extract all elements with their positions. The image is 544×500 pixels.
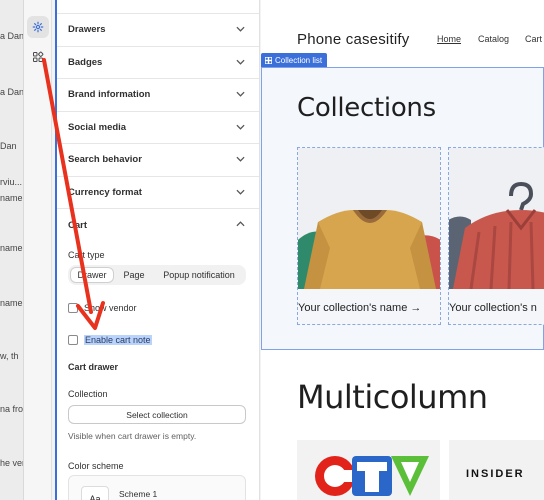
cart-type-option-page[interactable]: Page (114, 267, 154, 283)
strip-text: he ver (0, 458, 24, 468)
section-drawers[interactable]: Drawers (57, 14, 259, 47)
color-scheme-name: Scheme 1 (119, 489, 158, 499)
section-tag-label: Collection list (275, 55, 323, 65)
enable-cart-note-row: Enable cart note (68, 335, 152, 345)
grid-icon (265, 56, 272, 64)
section-social-media[interactable]: Social media (57, 112, 259, 144)
color-scheme-label: Color scheme (68, 461, 124, 471)
apps-icon (33, 51, 44, 62)
section-label: Social media (68, 121, 127, 133)
collection-card[interactable]: Your collection's name → (297, 147, 441, 325)
clipped-section (57, 0, 259, 14)
strip-text: rviu... (0, 177, 23, 187)
section-label: Drawers (68, 24, 106, 36)
enable-cart-note-label: Enable cart note (84, 335, 152, 345)
strip-text: name (0, 243, 23, 253)
theme-settings-panel: Drawers Badges Brand information Social … (55, 0, 260, 500)
insider-logo: INSIDER (466, 468, 525, 480)
section-search-behavior[interactable]: Search behavior (57, 144, 259, 177)
strip-text: name (0, 298, 23, 308)
store-name[interactable]: Phone casesitify (297, 31, 409, 48)
chevron-down-icon (236, 59, 245, 65)
section-label: Badges (68, 56, 103, 68)
strip-text: a Dan (0, 31, 24, 41)
section-currency-format[interactable]: Currency format (57, 177, 259, 209)
multicolumn-heading: Multicolumn (297, 378, 488, 416)
collection-card-title: Your collection's n (449, 302, 537, 314)
nav-home-link[interactable]: Home (437, 34, 461, 44)
chevron-down-icon (236, 189, 245, 195)
strip-text: name (0, 193, 23, 203)
storefront-preview: Phone casesitify Home Catalog Cart Colle… (261, 0, 544, 500)
shirt-on-hanger-illustration-icon (449, 181, 544, 289)
app-embeds-button[interactable] (27, 46, 49, 68)
section-cart[interactable]: Cart (57, 209, 259, 242)
chevron-down-icon (236, 26, 245, 32)
ctv-logo-icon: CTV (315, 451, 429, 496)
chevron-down-icon (236, 156, 245, 162)
app-window: a Dan a Dan Dan rviu... name name name w… (0, 0, 544, 500)
section-label: Cart (68, 219, 88, 231)
select-collection-button[interactable]: Select collection (68, 405, 246, 424)
section-label: Search behavior (68, 154, 142, 166)
sweater-illustration-icon (298, 210, 440, 289)
collection-image (298, 148, 440, 289)
show-vendor-row: Show vendor (68, 303, 137, 313)
show-vendor-label: Show vendor (84, 303, 137, 313)
chevron-down-icon (236, 124, 245, 130)
cart-type-option-popup[interactable]: Popup notification (154, 267, 244, 283)
strip-text: Dan (0, 141, 17, 151)
collection-label: Collection (68, 389, 108, 399)
chevron-down-icon (236, 91, 245, 97)
collection-card[interactable]: Your collection's n (448, 147, 544, 325)
collections-heading: Collections (297, 93, 436, 123)
strip-text: w, th (0, 351, 19, 361)
theme-settings-button[interactable] (27, 16, 49, 38)
cart-drawer-heading: Cart drawer (68, 362, 119, 372)
section-brand-information[interactable]: Brand information (57, 79, 259, 112)
show-vendor-checkbox[interactable] (68, 303, 78, 313)
cart-type-option-drawer[interactable]: Drawer (70, 267, 114, 283)
section-selection-tag[interactable]: Collection list (261, 53, 328, 67)
section-label: Currency format (68, 186, 142, 198)
background-window-strip: a Dan a Dan Dan rviu... name name name w… (0, 0, 24, 500)
multicolumn-card: CTV (297, 440, 440, 500)
collection-help-text: Visible when cart drawer is empty. (68, 431, 197, 441)
chevron-up-icon (236, 221, 245, 227)
nav-cart-link[interactable]: Cart (525, 34, 542, 44)
collection-card-title: Your collection's name → (298, 302, 422, 314)
cart-type-label: Cart type (68, 250, 105, 260)
strip-text: na fro (0, 404, 24, 414)
editor-icon-rail (24, 0, 52, 500)
section-badges[interactable]: Badges (57, 47, 259, 79)
color-scheme-picker[interactable]: Aa Scheme 1 (68, 475, 246, 500)
gear-icon (32, 21, 44, 33)
color-scheme-swatch: Aa (81, 486, 109, 500)
ctv-logo-text: CTV (368, 451, 370, 453)
strip-text: a Dan (0, 87, 24, 97)
collection-image (449, 148, 544, 289)
enable-cart-note-checkbox[interactable] (68, 335, 78, 345)
cart-type-segmented-control: Drawer Page Popup notification (68, 265, 246, 285)
nav-catalog-link[interactable]: Catalog (478, 34, 509, 44)
section-label: Brand information (68, 89, 151, 101)
